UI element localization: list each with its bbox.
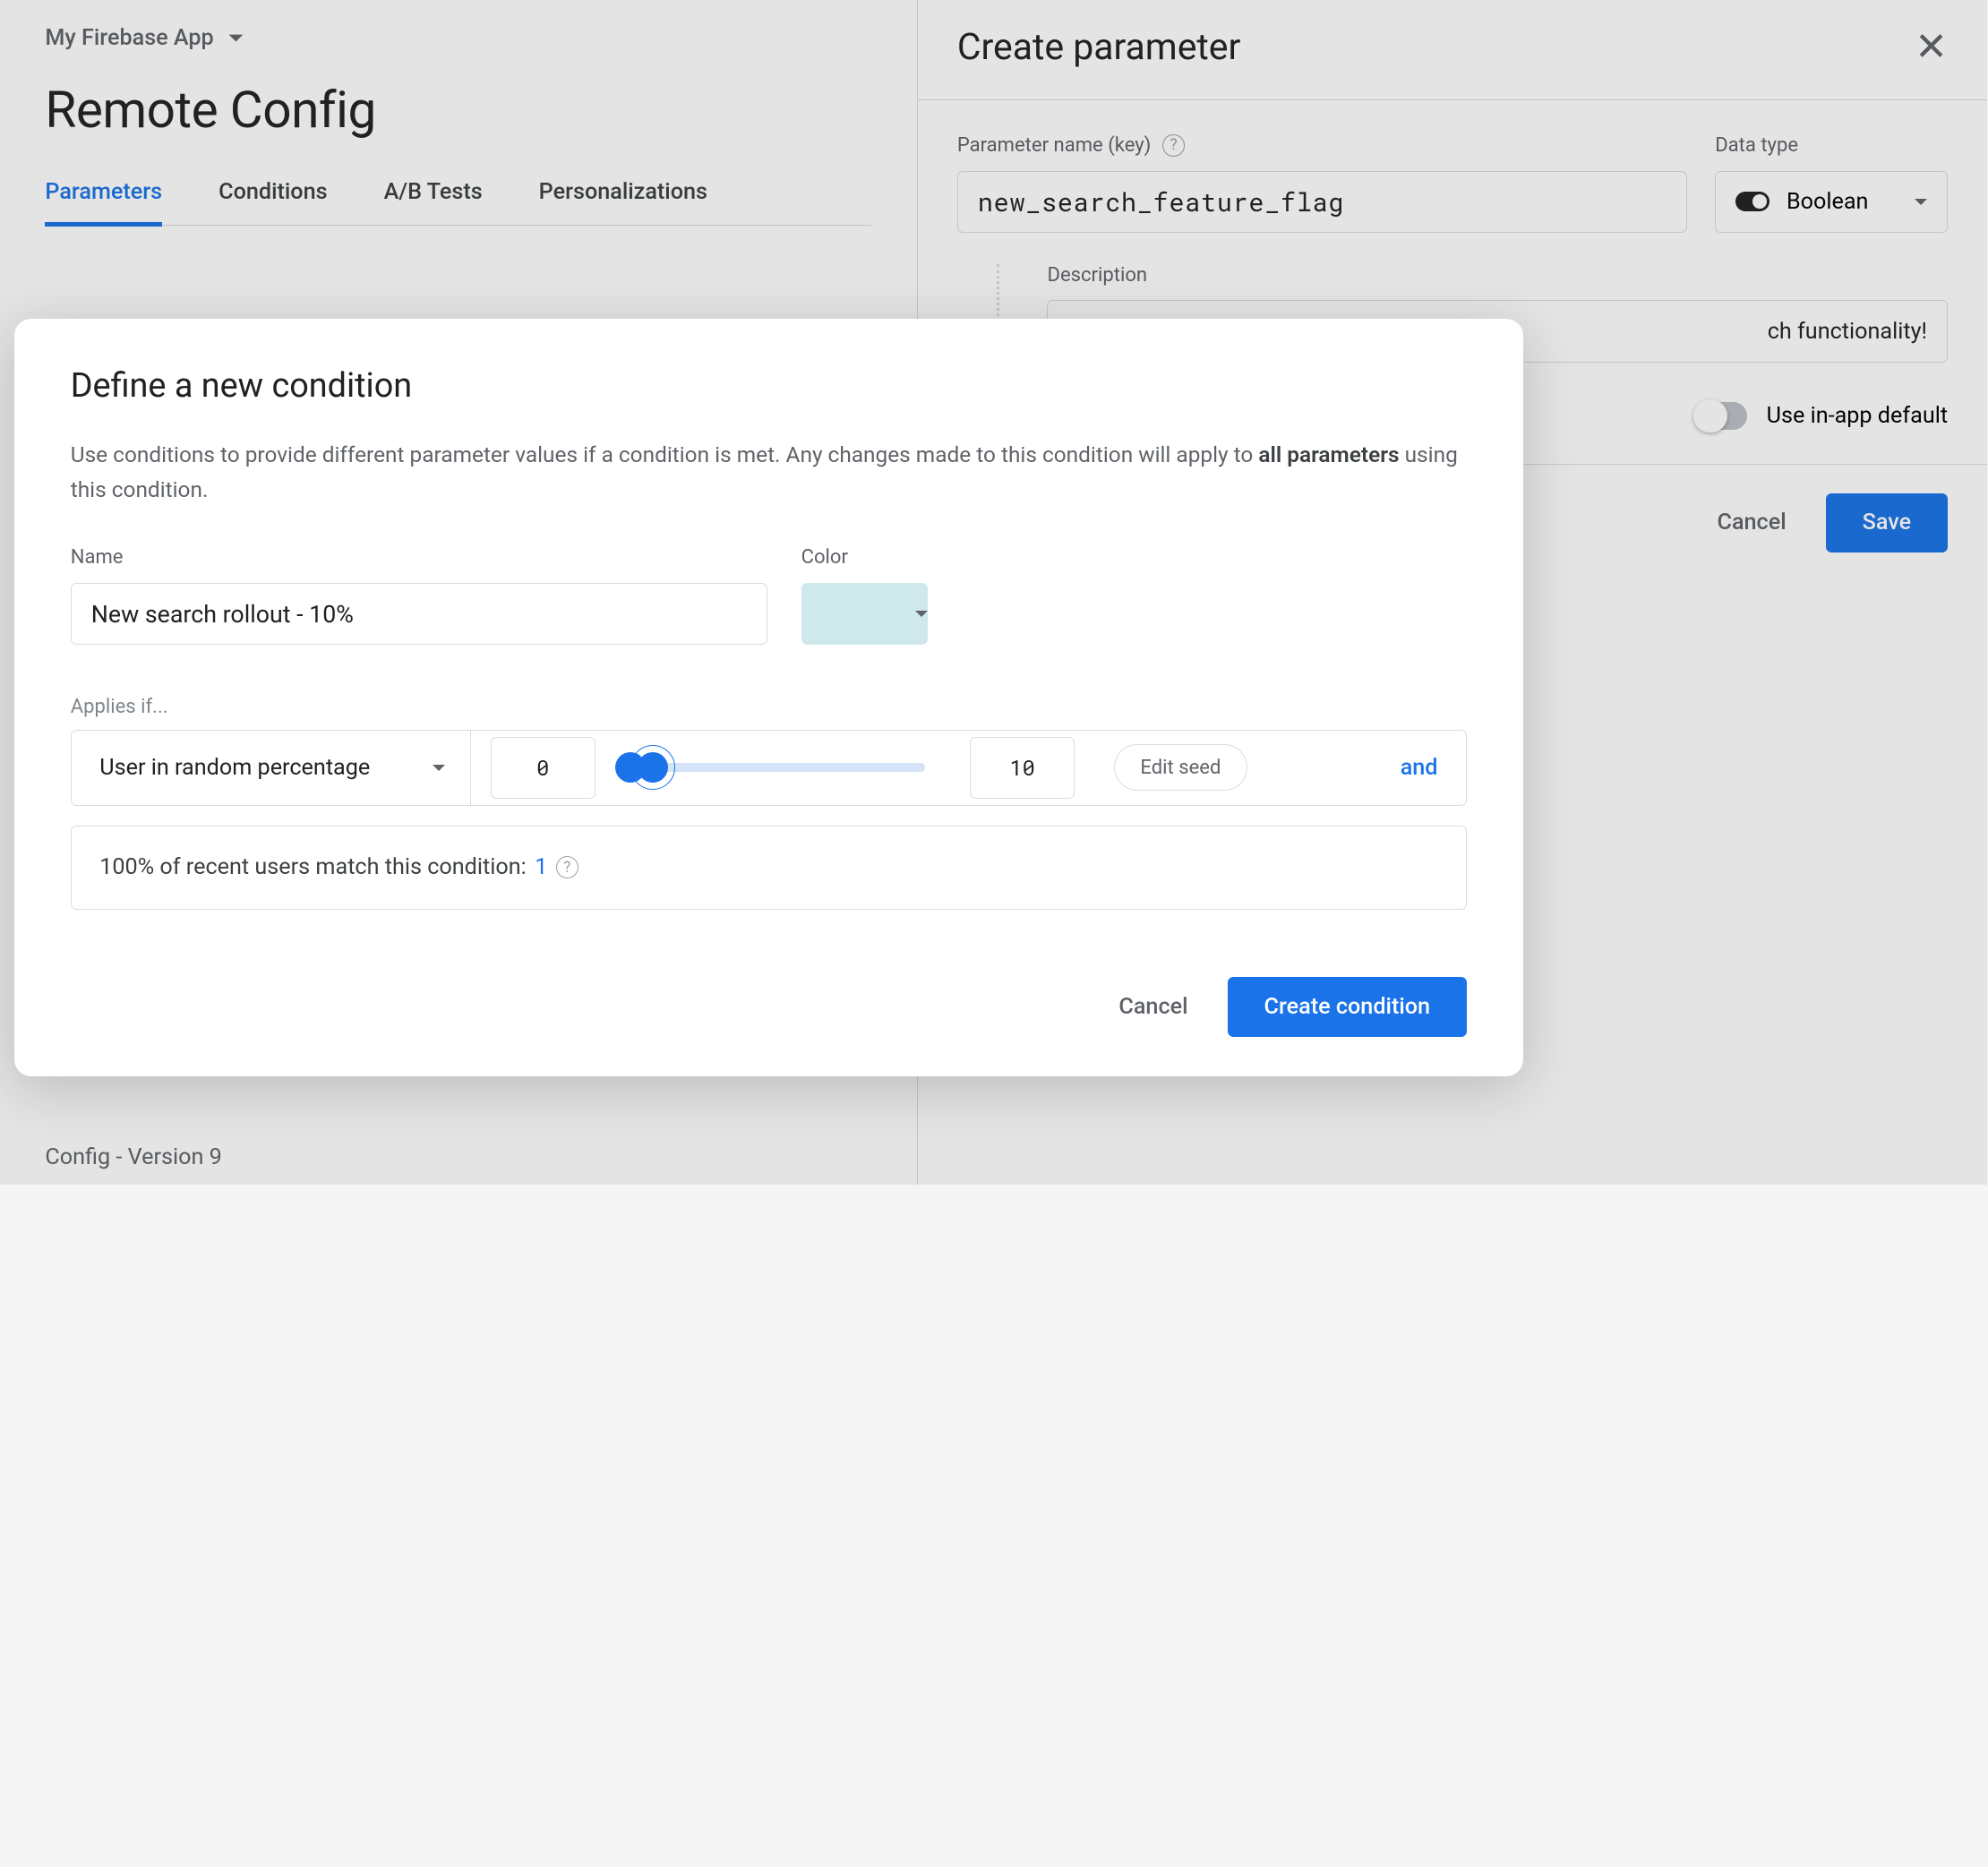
modal-cancel-button[interactable]: Cancel — [1118, 994, 1187, 1020]
match-count: 1 — [535, 854, 547, 880]
chevron-down-icon — [915, 611, 928, 617]
range-low-input[interactable] — [491, 737, 596, 799]
edit-seed-button[interactable]: Edit seed — [1114, 744, 1247, 791]
color-picker[interactable] — [801, 583, 929, 645]
condition-name-input[interactable] — [71, 583, 767, 645]
define-condition-modal: Define a new condition Use conditions to… — [14, 319, 1523, 1076]
modal-description: Use conditions to provide different para… — [71, 437, 1467, 507]
help-icon[interactable]: ? — [556, 856, 578, 878]
add-and-condition[interactable]: and — [1401, 755, 1438, 781]
chevron-down-icon — [433, 765, 445, 771]
range-high-input[interactable] — [970, 737, 1075, 799]
create-condition-button[interactable]: Create condition — [1228, 977, 1467, 1037]
condition-type-select[interactable]: User in random percentage — [99, 731, 471, 805]
condition-row: User in random percentage Edit seed and — [71, 730, 1467, 806]
modal-title: Define a new condition — [71, 366, 1467, 406]
percentage-slider[interactable] — [621, 763, 925, 771]
match-summary: 100% of recent users match this conditio… — [71, 826, 1467, 910]
color-label: Color — [801, 546, 929, 569]
slider-thumb-high[interactable] — [638, 752, 669, 784]
condition-name-label: Name — [71, 546, 767, 569]
applies-if-label: Applies if... — [71, 696, 1467, 718]
